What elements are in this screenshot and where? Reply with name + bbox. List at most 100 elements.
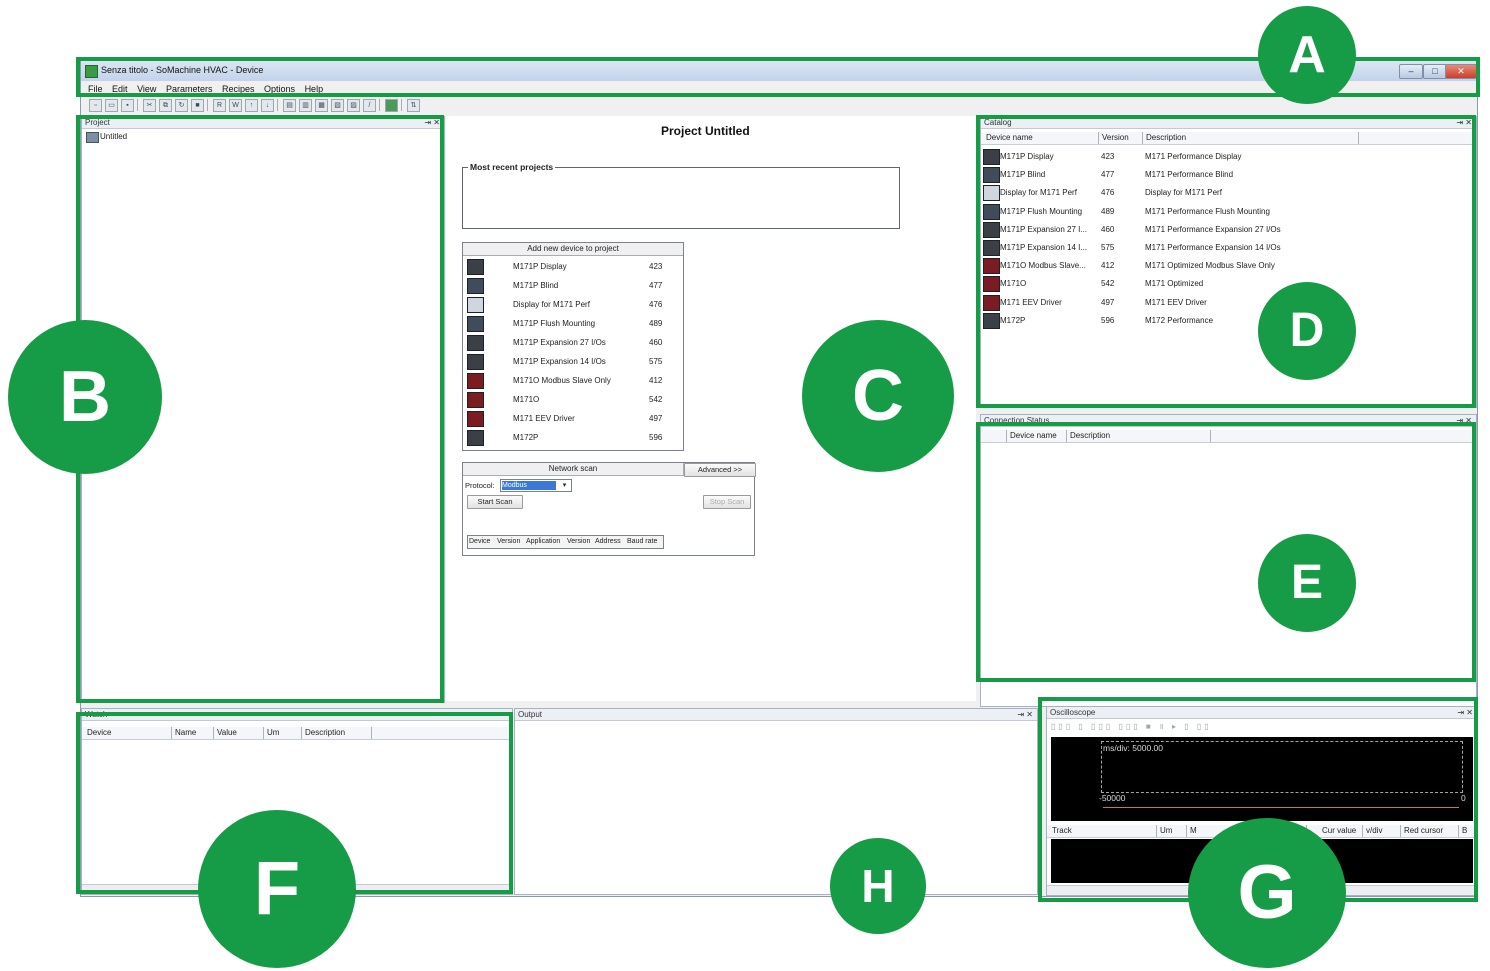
network-scan-box: Network scan Advanced >> Protocol: Modbu… [462, 462, 756, 556]
recent-projects-box [462, 167, 900, 229]
column-header[interactable]: Baud rate [627, 536, 657, 548]
add-device-row[interactable]: M171P Blind 477 [463, 277, 683, 295]
add-device-row[interactable]: M171P Display 423 [463, 258, 683, 276]
column-header[interactable]: Version [497, 536, 520, 548]
annotation-label-e: E [1258, 534, 1356, 632]
refresh-icon[interactable]: ↻ [175, 99, 188, 112]
upload-icon[interactable]: ↑ [245, 99, 258, 112]
network-scan-title: Network scan [463, 463, 684, 476]
annotation-label-c: C [802, 320, 954, 472]
copy-icon[interactable]: ⧉ [159, 99, 172, 112]
device-version: 412 [649, 376, 663, 385]
panel-icon[interactable]: ▥ [299, 99, 312, 112]
device-icon [467, 430, 484, 446]
device-version: 460 [649, 338, 663, 347]
column-header[interactable]: Device [469, 536, 490, 548]
output-panel-title: Output [518, 710, 543, 719]
device-version: 596 [649, 433, 663, 442]
wand-icon[interactable]: / [363, 99, 376, 112]
annotation-box-e [976, 422, 1476, 682]
toolbar-separator [401, 99, 402, 111]
device-name: M171P Expansion 14 I/Os [513, 357, 606, 366]
device-icon [467, 392, 484, 408]
view-icon[interactable]: ▤ [283, 99, 296, 112]
column-header[interactable]: Version [567, 536, 590, 548]
add-device-row[interactable]: M171P Expansion 14 I/Os 575 [463, 353, 683, 371]
add-device-row[interactable]: M172P 596 [463, 429, 683, 447]
start-scan-button[interactable]: Start Scan [467, 495, 523, 509]
toolbar-separator [137, 99, 138, 111]
new-file-icon[interactable]: ▫ [89, 99, 102, 112]
read-icon[interactable]: R [213, 99, 226, 112]
add-device-row[interactable]: M171O 542 [463, 391, 683, 409]
device-version: 423 [649, 262, 663, 271]
download-icon[interactable]: ↓ [261, 99, 274, 112]
annotation-label-b: B [8, 320, 162, 474]
add-device-row[interactable]: M171 EEV Driver 497 [463, 410, 683, 428]
protocol-select[interactable]: Modbus ▾ [500, 479, 572, 492]
advanced-button[interactable]: Advanced >> [684, 463, 756, 477]
device-name: M171O Modbus Slave Only [513, 376, 611, 385]
cut-icon[interactable]: ✂ [143, 99, 156, 112]
device-name: M171 EEV Driver [513, 414, 575, 423]
add-device-header: Add new device to project [463, 243, 683, 256]
write-icon[interactable]: W [229, 99, 242, 112]
device-name: M171P Flush Mounting [513, 319, 596, 328]
stop-scan-button[interactable]: Stop Scan [703, 495, 751, 509]
device-icon[interactable] [385, 99, 398, 112]
column-header[interactable]: Address [595, 536, 621, 548]
recent-projects-label: Most recent projects [468, 162, 556, 172]
device-icon [467, 297, 484, 313]
column-header[interactable]: Application [526, 536, 560, 548]
device-icon [467, 278, 484, 294]
document-icon[interactable]: ▦ [315, 99, 328, 112]
chart-icon[interactable]: ▧ [331, 99, 344, 112]
device-icon [467, 411, 484, 427]
device-icon [467, 354, 484, 370]
device-version: 497 [649, 414, 663, 423]
annotation-label-f: F [198, 810, 356, 968]
scan-results-header: Device Version Application Version Addre… [467, 535, 664, 549]
stop-icon[interactable]: ■ [191, 99, 204, 112]
device-version: 489 [649, 319, 663, 328]
annotation-box-d [976, 115, 1476, 408]
toolbar-separator [207, 99, 208, 111]
annotation-label-a: A [1258, 6, 1356, 104]
annotation-label-g: G [1188, 818, 1346, 968]
device-name: M171P Blind [513, 281, 559, 290]
save-icon[interactable]: ▪ [121, 99, 134, 112]
toolbar-separator [379, 99, 380, 111]
open-folder-icon[interactable]: ▭ [105, 99, 118, 112]
add-device-row[interactable]: M171P Expansion 27 I/Os 460 [463, 334, 683, 352]
device-name: Display for M171 Perf [513, 300, 590, 309]
list-icon[interactable]: ▨ [347, 99, 360, 112]
page-title: Project Untitled [661, 124, 750, 138]
add-device-row[interactable]: M171P Flush Mounting 489 [463, 315, 683, 333]
protocol-label: Protocol: [465, 481, 495, 490]
device-name: M171O [513, 395, 540, 404]
sort-icon[interactable]: ⇅ [407, 99, 420, 112]
annotation-label-d: D [1258, 282, 1356, 380]
device-icon [467, 373, 484, 389]
toolbar-separator [277, 99, 278, 111]
device-version: 476 [649, 300, 663, 309]
device-version: 477 [649, 281, 663, 290]
device-name: M172P [513, 433, 539, 442]
toolbar: ▫ ▭ ▪ ✂ ⧉ ↻ ■ R W ↑ ↓ ▤ ▥ ▦ ▧ ▨ / ⇅ [81, 97, 1477, 113]
annotation-label-h: H [830, 838, 926, 934]
device-icon [467, 316, 484, 332]
output-panel-header: Output ⇥ ✕ [515, 709, 1037, 721]
add-device-row[interactable]: Display for M171 Perf 476 [463, 296, 683, 314]
panel-pin-close-icon[interactable]: ⇥ ✕ [1017, 709, 1033, 720]
add-device-row[interactable]: M171O Modbus Slave Only 412 [463, 372, 683, 390]
add-device-table: Add new device to project M171P Display 4… [462, 242, 684, 451]
output-panel: Output ⇥ ✕ [514, 708, 1038, 895]
device-icon [467, 259, 484, 275]
device-version: 542 [649, 395, 663, 404]
device-name: M171P Expansion 27 I/Os [513, 338, 606, 347]
device-icon [467, 335, 484, 351]
protocol-select-value: Modbus [502, 481, 556, 490]
device-name: M171P Display [513, 262, 567, 271]
device-version: 575 [649, 357, 663, 366]
chevron-down-icon[interactable]: ▾ [559, 480, 570, 491]
